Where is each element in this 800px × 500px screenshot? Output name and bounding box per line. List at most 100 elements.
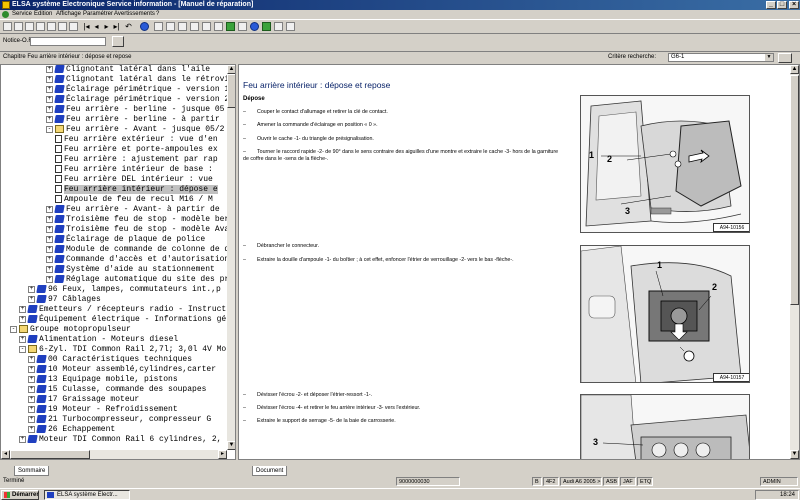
scroll-up-icon[interactable]: ▲ (790, 65, 799, 74)
maximize-button[interactable]: □ (777, 1, 787, 9)
scroll-down-icon[interactable]: ▼ (790, 450, 799, 459)
expand-icon[interactable]: + (28, 385, 35, 393)
window-icon[interactable] (190, 22, 199, 31)
cut-icon[interactable] (47, 22, 56, 31)
tree-item[interactable]: +19 Moteur - Refroidissement (28, 405, 178, 415)
menu-avertissements[interactable]: Avertissements (114, 10, 155, 19)
tree-scroll-thumb[interactable] (227, 74, 235, 108)
expand-icon[interactable]: + (28, 425, 35, 433)
back-icon[interactable]: ↶ (124, 22, 133, 31)
tree-item[interactable]: Feu arrière intérieur de base : (55, 165, 213, 175)
criteria-go-button[interactable] (778, 53, 792, 63)
tree-item[interactable]: + Clignotant latéral dans l'aile (46, 65, 210, 75)
tree-item[interactable]: +17 Graissage moteur (28, 395, 139, 405)
tree-item[interactable]: +26 Echappement (28, 425, 115, 435)
tree-item[interactable]: Feu arrière : ajustement par rap (55, 155, 218, 165)
expand-icon[interactable]: + (28, 295, 35, 303)
prev-icon[interactable]: ◂ (92, 22, 101, 31)
bookmark-icon[interactable] (166, 22, 175, 31)
scroll-left-icon[interactable]: ◂ (1, 450, 10, 459)
expand-icon[interactable]: + (46, 115, 53, 123)
document-scroll-thumb[interactable] (790, 75, 799, 305)
expand-icon[interactable]: + (46, 85, 53, 93)
tree-item[interactable]: + Module de commande de colonne de d (46, 245, 229, 255)
pen-icon[interactable] (238, 22, 247, 31)
next-icon[interactable]: ▸ (102, 22, 111, 31)
tree-item[interactable]: + Feu arrière - Avant- à partir de (46, 205, 220, 215)
expand-icon[interactable]: + (46, 245, 53, 253)
tree-item[interactable]: Feu arrière intérieur : dépose e (55, 185, 218, 195)
help-icon[interactable] (154, 22, 163, 31)
save-icon[interactable] (25, 22, 34, 31)
expand-icon[interactable]: + (46, 95, 53, 103)
notice-lookup-button[interactable] (112, 36, 124, 47)
tree-item[interactable]: +21 Turbocompresseur, compresseur G (28, 415, 211, 425)
tree-item[interactable]: + Troisième feu de stop - modèle ber (46, 215, 229, 225)
tree-item[interactable]: Ampoule de feu de recul M16 / M (55, 195, 213, 205)
target-icon[interactable] (286, 22, 295, 31)
taskbar-app-button[interactable]: ELSA système Electr... (44, 490, 130, 500)
notice-input[interactable] (30, 37, 106, 46)
tree-hscrollbar[interactable]: ◂ ▸ (1, 450, 227, 459)
expand-icon[interactable]: + (28, 355, 35, 363)
collapse-icon[interactable]: - (10, 325, 17, 333)
tree-item[interactable]: Feu arrière DEL intérieur : vue (55, 175, 213, 185)
info-icon[interactable] (140, 22, 149, 31)
tree-item[interactable]: + Équipement électrique - Informations gé (19, 315, 226, 325)
tree-item[interactable]: + Éclairage périmétrique - version 2 (46, 95, 229, 105)
scroll-up-icon[interactable]: ▲ (227, 65, 235, 74)
expand-icon[interactable]: + (46, 105, 53, 113)
tree-item[interactable]: Feu arrière extérieur : vue d'en (55, 135, 218, 145)
expand-icon[interactable]: + (46, 205, 53, 213)
last-icon[interactable]: ▸| (112, 22, 121, 31)
tree-item[interactable]: + Éclairage de plaque de police (46, 235, 205, 245)
expand-icon[interactable]: + (46, 65, 53, 73)
expand-icon[interactable]: + (46, 235, 53, 243)
tree-item[interactable]: - 6-Zyl. TDI Common Rail 2,7l; 3,0l 4V Mo (19, 345, 226, 355)
collapse-icon[interactable]: - (19, 345, 26, 353)
doc-icon[interactable] (202, 22, 211, 31)
menu-edition[interactable]: Edition (34, 10, 52, 19)
menu-service[interactable]: Service (12, 10, 32, 19)
tools-icon[interactable] (250, 22, 259, 31)
expand-icon[interactable]: + (46, 215, 53, 223)
minimize-button[interactable]: _ (766, 1, 776, 9)
menu-parametrer[interactable]: Paramétrer (83, 10, 113, 19)
paste-icon[interactable] (69, 22, 78, 31)
tree-item[interactable]: + Troisième feu de stop - modèle Ava (46, 225, 229, 235)
tree-item[interactable]: + Feu arrière - berline - jusque 05 (46, 105, 224, 115)
tree-item[interactable]: +15 Culasse, commande des soupapes (28, 385, 206, 395)
tree-item[interactable]: + Moteur TDI Common Rail 6 cylindres, 2, (19, 435, 221, 445)
open-icon[interactable] (14, 22, 23, 31)
expand-icon[interactable]: + (28, 395, 35, 403)
car-icon[interactable] (226, 22, 235, 31)
new-icon[interactable] (3, 22, 12, 31)
scroll-right-icon[interactable]: ▸ (218, 450, 227, 459)
camera-icon[interactable] (178, 22, 187, 31)
tree-item[interactable]: +13 Equipage mobile, pistons (28, 375, 178, 385)
expand-icon[interactable]: + (46, 265, 53, 273)
tree-item[interactable]: +00 Caractéristiques techniques (28, 355, 192, 365)
collapse-icon[interactable]: - (46, 125, 53, 133)
tree-item[interactable]: + Alimentation - Moteurs diesel (19, 335, 178, 345)
expand-icon[interactable]: + (19, 435, 26, 443)
start-button[interactable]: Démarrer (1, 490, 39, 500)
tree-item[interactable]: + Commande d'accès et d'autorisation (46, 255, 229, 265)
criteria-select[interactable]: G6-1 ▼ (668, 53, 774, 62)
tree-item[interactable]: - Feu arrière - Avant - jusque 05/2 (46, 125, 224, 135)
scroll-down-icon[interactable]: ▼ (227, 441, 235, 450)
menu-affichage[interactable]: Affichage (56, 10, 81, 19)
expand-icon[interactable]: + (19, 335, 26, 343)
expand-icon[interactable]: + (28, 285, 35, 293)
tree-item[interactable]: + Clignotant latéral dans le rétrovi (46, 75, 229, 85)
document-scrollbar[interactable]: ▲ ▼ (790, 65, 799, 459)
first-icon[interactable]: |◂ (82, 22, 91, 31)
tab-sommaire[interactable]: Sommaire (14, 466, 50, 476)
expand-icon[interactable]: + (19, 305, 26, 313)
tree-item[interactable]: +10 Moteur assemblé,cylindres,carter (28, 365, 216, 375)
tree-item[interactable]: + Réglage automatique du site des pr (46, 275, 229, 285)
refresh-icon[interactable] (274, 22, 283, 31)
tree-item[interactable]: - Groupe motopropulseur (10, 325, 131, 335)
tree-scrollbar[interactable]: ▲ ▼ (227, 65, 235, 450)
chevron-down-icon[interactable]: ▼ (765, 54, 773, 61)
